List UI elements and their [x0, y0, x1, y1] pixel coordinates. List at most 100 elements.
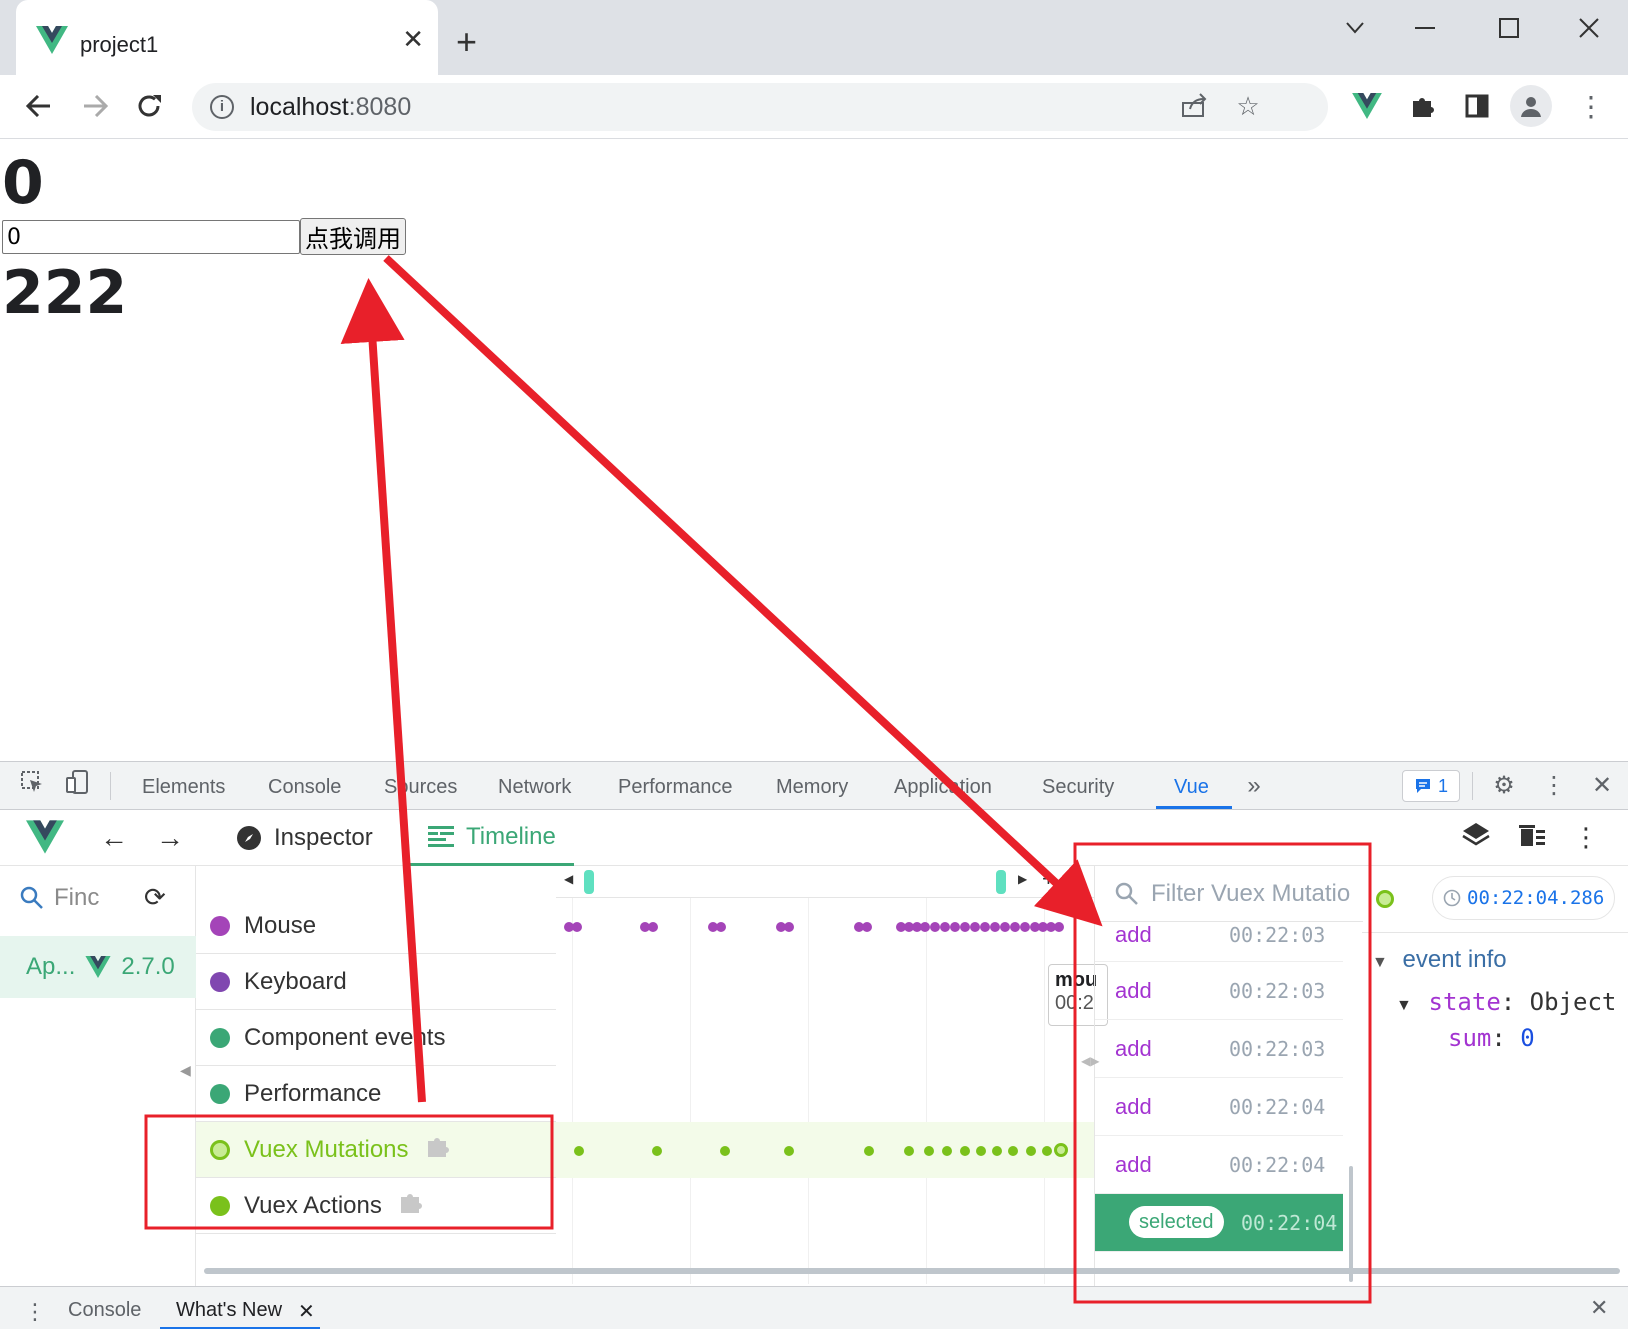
- mouse-event-dot[interactable]: [920, 922, 930, 932]
- tab-performance[interactable]: Performance: [618, 776, 733, 799]
- new-tab-icon[interactable]: +: [456, 24, 477, 60]
- mouse-event-dot[interactable]: [784, 922, 794, 932]
- scroll-left-icon[interactable]: ◀: [564, 872, 573, 886]
- vue-back-icon[interactable]: ←: [100, 822, 128, 854]
- event-item[interactable]: add 00:22:04: [1095, 1136, 1343, 1194]
- collapse-pane-icon[interactable]: ◀: [180, 1062, 191, 1079]
- tab-close-icon[interactable]: ✕: [402, 26, 424, 52]
- close-devtools-icon[interactable]: ✕: [1586, 770, 1618, 802]
- layer-mouse[interactable]: Mouse: [196, 898, 556, 954]
- app-item[interactable]: Ap... 2.7.0: [0, 936, 196, 998]
- mouse-event-dot[interactable]: [950, 922, 960, 932]
- number-input[interactable]: [2, 220, 300, 254]
- state-row[interactable]: ▼ state: Object: [1396, 988, 1616, 1017]
- maximize-icon[interactable]: [1482, 12, 1536, 44]
- mouse-event-dot[interactable]: [1010, 922, 1020, 932]
- layer-component-events[interactable]: Component events: [196, 1010, 556, 1066]
- vue-devtools-extension-icon[interactable]: [1346, 85, 1388, 127]
- chrome-menu-icon[interactable]: ⋮: [1570, 85, 1612, 127]
- mouse-event-dot[interactable]: [960, 922, 970, 932]
- range-handle-end[interactable]: [996, 870, 1006, 894]
- tab-application[interactable]: Application: [894, 776, 992, 799]
- vue-forward-icon[interactable]: →: [156, 822, 184, 854]
- tab-network[interactable]: Network: [498, 776, 571, 799]
- event-info-section[interactable]: ▼ event info: [1372, 946, 1507, 974]
- app-search[interactable]: Finc: [20, 884, 99, 912]
- vuex-mutation-dot[interactable]: [1008, 1146, 1018, 1156]
- vuex-mutation-dot[interactable]: [864, 1146, 874, 1156]
- mouse-event-dot[interactable]: [648, 922, 658, 932]
- vuex-mutation-dot[interactable]: [992, 1146, 1002, 1156]
- device-toolbar-icon[interactable]: [62, 770, 94, 802]
- layer-performance[interactable]: Performance: [196, 1066, 556, 1122]
- tab-vue[interactable]: Vue: [1174, 776, 1209, 799]
- tab-elements[interactable]: Elements: [142, 776, 225, 799]
- mouse-event-dot[interactable]: [970, 922, 980, 932]
- clear-timeline-icon[interactable]: [1516, 822, 1548, 855]
- call-button[interactable]: 点我调用: [300, 218, 406, 255]
- tab-inspector[interactable]: Inspector: [218, 810, 391, 866]
- zoom-out-icon[interactable]: −: [1070, 866, 1083, 892]
- close-drawer-icon[interactable]: ✕: [1590, 1295, 1608, 1321]
- resize-handle-icon[interactable]: ◀▶: [1081, 1054, 1099, 1068]
- vuex-mutation-dot-selected[interactable]: [1054, 1143, 1068, 1157]
- side-panel-icon[interactable]: [1456, 85, 1498, 127]
- devtools-menu-icon[interactable]: ⋮: [1538, 770, 1570, 802]
- extensions-puzzle-icon[interactable]: [1402, 85, 1444, 127]
- back-icon[interactable]: [18, 85, 60, 127]
- tab-search-icon[interactable]: [1328, 12, 1382, 44]
- vuex-mutation-dot[interactable]: [924, 1146, 934, 1156]
- zoom-in-icon[interactable]: +: [1042, 866, 1055, 892]
- timeline-ruler[interactable]: ◀ ▶ + −: [556, 866, 1094, 898]
- range-handle-start[interactable]: [584, 870, 594, 894]
- forward-icon[interactable]: [74, 85, 116, 127]
- close-window-icon[interactable]: [1562, 12, 1616, 44]
- vuex-mutation-dot[interactable]: [960, 1146, 970, 1156]
- horizontal-scrollbar[interactable]: [204, 1268, 1620, 1274]
- inspect-element-icon[interactable]: [16, 770, 48, 802]
- share-icon[interactable]: [1178, 91, 1210, 123]
- event-item[interactable]: add 00:22:03: [1095, 1020, 1343, 1078]
- tab-timeline[interactable]: Timeline: [410, 810, 574, 866]
- timeline-tracks[interactable]: ◀ ▶ + − mou 00:2: [556, 866, 1108, 1286]
- drawer-tab-console[interactable]: Console: [68, 1299, 141, 1322]
- settings-gear-icon[interactable]: ⚙: [1488, 770, 1520, 802]
- mouse-event-dot[interactable]: [980, 922, 990, 932]
- vuex-mutation-dot[interactable]: [720, 1146, 730, 1156]
- layer-keyboard[interactable]: Keyboard: [196, 954, 556, 1010]
- layer-vuex-mutations[interactable]: Vuex Mutations: [196, 1122, 556, 1178]
- browser-tab[interactable]: project1 ✕: [16, 0, 438, 75]
- vuex-mutation-dot[interactable]: [904, 1146, 914, 1156]
- mouse-event-dot[interactable]: [940, 922, 950, 932]
- event-item[interactable]: add 00:22:03: [1095, 922, 1343, 962]
- reload-icon[interactable]: [128, 85, 170, 127]
- vuex-mutation-dot[interactable]: [942, 1146, 952, 1156]
- site-info-icon[interactable]: i: [210, 95, 234, 119]
- drawer-menu-icon[interactable]: ⋮: [24, 1299, 46, 1325]
- vuex-mutation-dot[interactable]: [1042, 1146, 1052, 1156]
- more-tabs-icon[interactable]: »: [1238, 770, 1270, 802]
- bookmark-star-icon[interactable]: ☆: [1232, 91, 1264, 123]
- mouse-event-dot[interactable]: [930, 922, 940, 932]
- mouse-event-dot[interactable]: [1000, 922, 1010, 932]
- address-bar[interactable]: i localhost:8080 ☆: [192, 83, 1328, 131]
- issues-badge[interactable]: 1: [1402, 770, 1460, 802]
- vuex-mutation-dot[interactable]: [652, 1146, 662, 1156]
- vue-more-icon[interactable]: ⋮: [1570, 822, 1602, 853]
- vuex-mutation-dot[interactable]: [784, 1146, 794, 1156]
- scroll-right-icon[interactable]: ▶: [1018, 872, 1027, 886]
- drawer-tab-whats-new[interactable]: What's New: [176, 1299, 282, 1322]
- minimize-icon[interactable]: [1398, 12, 1452, 44]
- vuex-mutation-dot[interactable]: [1026, 1146, 1036, 1156]
- tab-memory[interactable]: Memory: [776, 776, 848, 799]
- layer-vuex-actions[interactable]: Vuex Actions: [196, 1178, 556, 1234]
- refresh-icon[interactable]: ⟳: [144, 882, 166, 913]
- event-item-selected[interactable]: selected 00:22:04: [1095, 1194, 1343, 1252]
- tab-console[interactable]: Console: [268, 776, 341, 799]
- event-filter-input[interactable]: Filter Vuex Mutatio: [1095, 866, 1363, 922]
- close-drawer-tab-icon[interactable]: ✕: [298, 1299, 315, 1324]
- event-item[interactable]: add 00:22:03: [1095, 962, 1343, 1020]
- profile-avatar-icon[interactable]: [1510, 85, 1552, 127]
- mouse-event-dot[interactable]: [572, 922, 582, 932]
- event-item[interactable]: add 00:22:04: [1095, 1078, 1343, 1136]
